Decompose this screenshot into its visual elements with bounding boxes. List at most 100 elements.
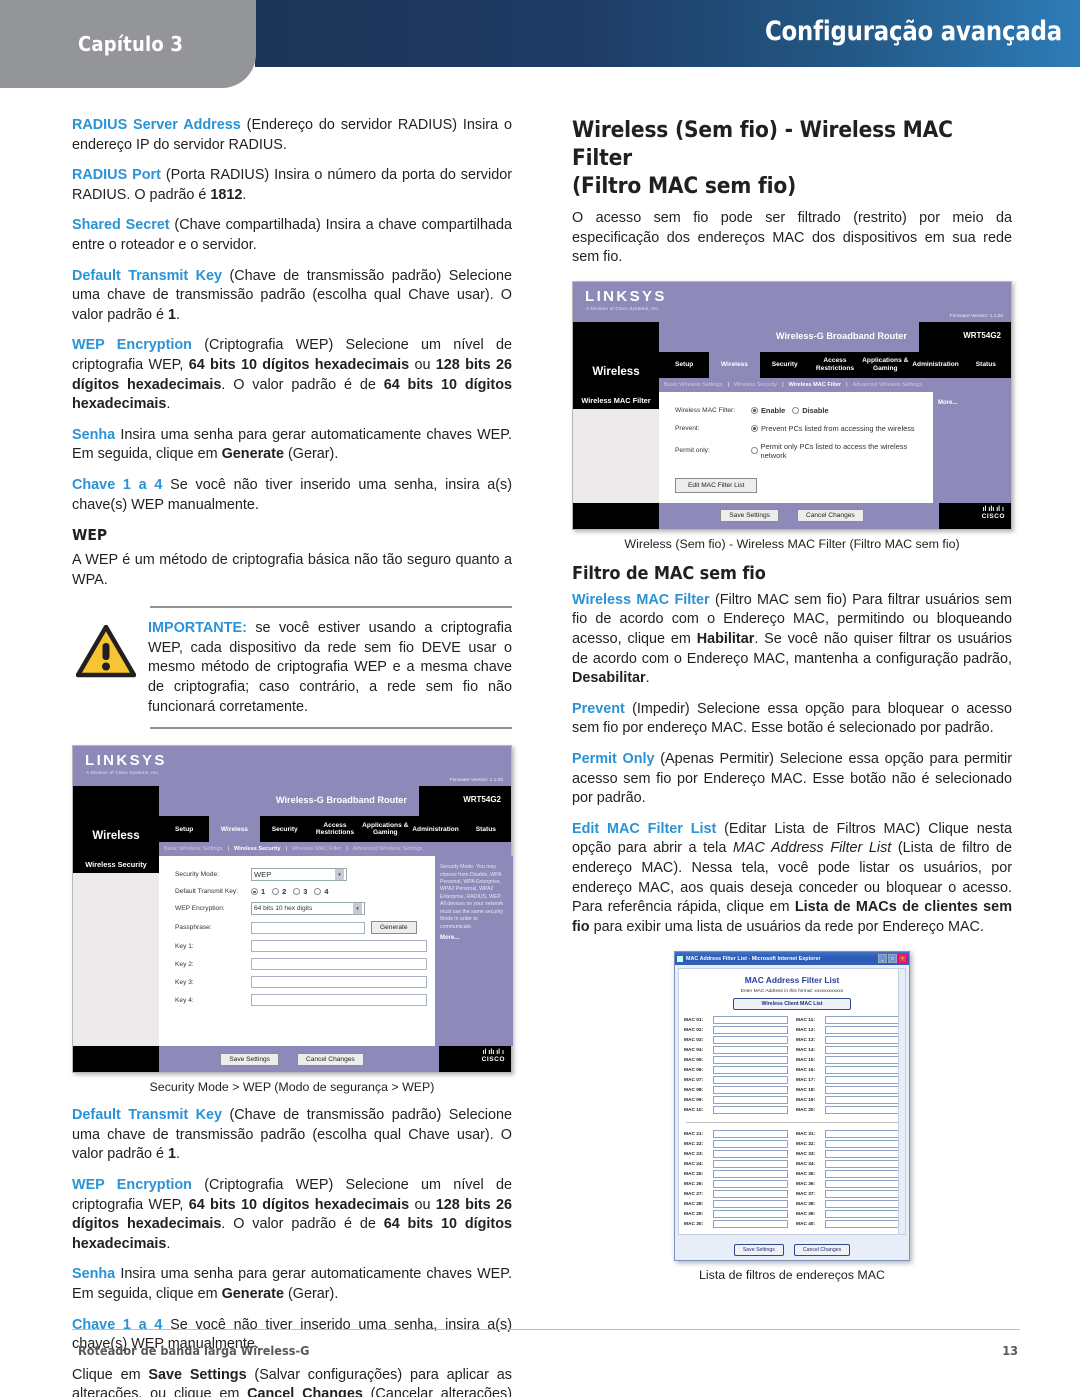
radio-permit-only[interactable]: Permit only PCs listed to access the wir… <box>751 442 918 460</box>
subtab-wireless-mac-filter[interactable]: Wireless MAC Filter <box>784 382 846 388</box>
subtab-wireless-security[interactable]: Wireless Security <box>229 846 286 852</box>
mac-input[interactable] <box>713 1026 788 1035</box>
mac-input[interactable] <box>825 1076 900 1085</box>
tab-security[interactable]: Security <box>259 816 310 843</box>
mac-input[interactable] <box>825 1170 900 1179</box>
subtab-basic-wireless-settings[interactable]: Basic Wireless Settings <box>659 382 727 388</box>
close-icon[interactable]: × <box>898 954 907 964</box>
mac-input[interactable] <box>713 1106 788 1115</box>
router-help-more-link[interactable]: More... <box>938 400 1006 406</box>
mac-input[interactable] <box>825 1016 900 1025</box>
mac-input[interactable] <box>825 1086 900 1095</box>
mac-input[interactable] <box>713 1066 788 1075</box>
mac-input[interactable] <box>825 1140 900 1149</box>
dialog-cancel-changes-button[interactable]: Cancel Changes <box>793 1244 851 1257</box>
mac-input[interactable] <box>825 1190 900 1199</box>
mac-input[interactable] <box>825 1106 900 1115</box>
generate-button[interactable]: Generate <box>371 921 417 935</box>
paragraph-edit-mac-filter-list: Edit MAC Filter List (Editar Lista de Fi… <box>572 820 1012 938</box>
mac-input[interactable] <box>825 1096 900 1105</box>
cancel-changes-button[interactable]: Cancel Changes <box>796 509 864 523</box>
subtab-wireless-mac-filter[interactable]: Wireless MAC Filter <box>287 846 346 852</box>
mac-input[interactable] <box>825 1210 900 1219</box>
mac-input[interactable] <box>825 1180 900 1189</box>
input-key-2[interactable] <box>251 958 427 971</box>
mac-input[interactable] <box>825 1220 900 1229</box>
tab-applications-gaming[interactable]: Applications & Gaming <box>360 816 411 843</box>
save-settings-button[interactable]: Save Settings <box>220 1052 279 1066</box>
tab-setup[interactable]: Setup <box>159 816 210 843</box>
tab-setup[interactable]: Setup <box>659 351 710 378</box>
mac-input[interactable] <box>825 1026 900 1035</box>
tab-status[interactable]: Status <box>460 816 511 843</box>
mac-input[interactable] <box>713 1200 788 1209</box>
radio-disable[interactable]: Disable <box>792 406 829 415</box>
mac-input[interactable] <box>825 1150 900 1159</box>
mac-input[interactable] <box>713 1220 788 1229</box>
mac-input[interactable] <box>713 1056 788 1065</box>
mac-input[interactable] <box>713 1076 788 1085</box>
tab-status[interactable]: Status <box>960 351 1011 378</box>
chevron-down-icon[interactable]: ▾ <box>353 903 362 915</box>
mac-input[interactable] <box>825 1130 900 1139</box>
minimize-icon[interactable]: _ <box>878 954 887 964</box>
tab-security[interactable]: Security <box>759 351 810 378</box>
dialog-save-settings-button[interactable]: Save Settings <box>733 1244 784 1257</box>
model-bar-left-block <box>73 786 159 817</box>
mac-input[interactable] <box>713 1130 788 1139</box>
input-key-3[interactable] <box>251 976 427 989</box>
router-help-more-link[interactable]: More... <box>440 935 508 941</box>
subtab-wireless-security[interactable]: Wireless Security <box>729 382 782 388</box>
mac-input[interactable] <box>825 1200 900 1209</box>
mac-input[interactable] <box>825 1046 900 1055</box>
mac-label: MAC 13: <box>796 1037 816 1043</box>
save-settings-button[interactable]: Save Settings <box>720 509 779 523</box>
cancel-changes-button[interactable]: Cancel Changes <box>296 1052 364 1066</box>
input-key-4[interactable] <box>251 994 427 1007</box>
tab-access-restrictions[interactable]: Access Restrictions <box>309 816 361 843</box>
mac-input[interactable] <box>713 1170 788 1179</box>
input-key-1[interactable] <box>251 940 427 953</box>
mac-label: MAC 07: <box>684 1077 704 1083</box>
dialog-scrollbar[interactable] <box>898 969 905 1235</box>
maximize-icon[interactable]: □ <box>888 954 897 964</box>
mac-input[interactable] <box>713 1016 788 1025</box>
radio-transmit-key-3[interactable]: 3 <box>293 887 307 896</box>
radio-transmit-key-2[interactable]: 2 <box>272 887 286 896</box>
mac-input[interactable] <box>825 1160 900 1169</box>
subtab-basic-wireless-settings[interactable]: Basic Wireless Settings <box>159 846 227 852</box>
select-wep-encryption[interactable]: 64 bits 10 hex digits ▾ <box>251 902 365 916</box>
mac-input[interactable] <box>713 1096 788 1105</box>
input-passphrase[interactable] <box>251 921 365 934</box>
select-security-mode[interactable]: WEP ▾ <box>251 868 347 882</box>
radio-transmit-key-1[interactable]: 1 <box>251 887 265 896</box>
subtab-advanced-wireless-settings[interactable]: Advanced Wireless Settings <box>348 846 428 852</box>
mac-input[interactable] <box>713 1086 788 1095</box>
radio-transmit-key-4[interactable]: 4 <box>314 887 329 896</box>
radio-prevent[interactable]: Prevent PCs listed from accessing the wi… <box>751 424 915 433</box>
chevron-down-icon[interactable]: ▾ <box>335 869 344 881</box>
tab-access-restrictions[interactable]: Access Restrictions <box>809 351 861 378</box>
mac-input[interactable] <box>713 1190 788 1199</box>
edit-mac-filter-list-button[interactable]: Edit MAC Filter List <box>675 477 758 493</box>
mac-input[interactable] <box>713 1160 788 1169</box>
wireless-client-mac-list-button[interactable]: Wireless Client MAC List <box>733 998 851 1011</box>
mac-input[interactable] <box>825 1056 900 1065</box>
mac-input[interactable] <box>713 1046 788 1055</box>
mac-input[interactable] <box>713 1180 788 1189</box>
mac-label: MAC 10: <box>684 1107 704 1113</box>
tab-administration[interactable]: Administration <box>410 816 461 843</box>
mac-input[interactable] <box>713 1210 788 1219</box>
subtab-advanced-wireless-settings[interactable]: Advanced Wireless Settings <box>848 382 928 388</box>
mac-input[interactable] <box>713 1150 788 1159</box>
mac-input[interactable] <box>825 1036 900 1045</box>
tab-wireless[interactable]: Wireless <box>709 351 760 378</box>
mac-input[interactable] <box>713 1036 788 1045</box>
mac-input[interactable] <box>713 1140 788 1149</box>
mac-input[interactable] <box>825 1066 900 1075</box>
tab-wireless[interactable]: Wireless <box>209 816 260 843</box>
radio-enable[interactable]: Enable <box>751 406 785 415</box>
tab-applications-gaming[interactable]: Applications & Gaming <box>860 351 911 378</box>
tab-administration[interactable]: Administration <box>910 351 961 378</box>
mac-label: MAC 25: <box>684 1171 704 1177</box>
